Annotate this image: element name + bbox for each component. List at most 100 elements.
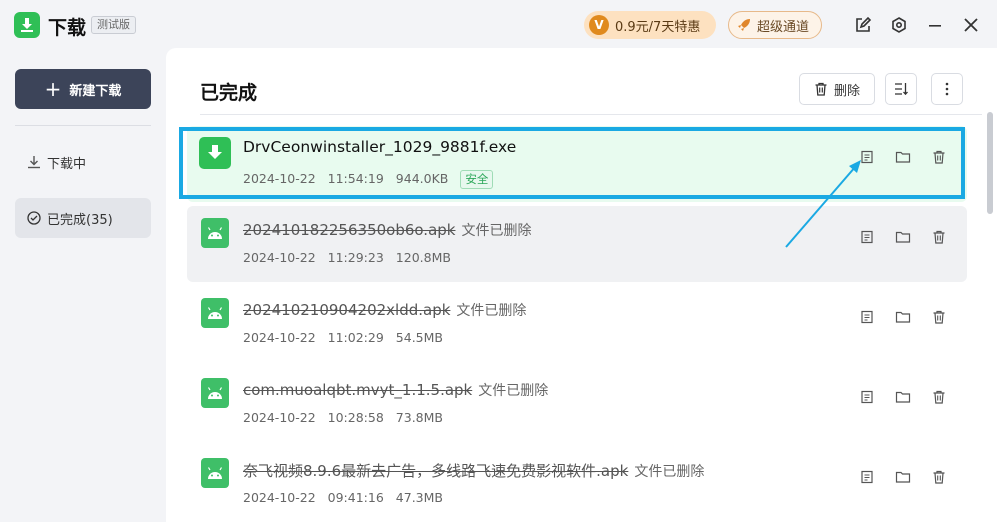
edit-box-icon — [856, 16, 872, 32]
trash-icon — [815, 82, 827, 96]
file-date: 2024-10-22 — [243, 250, 316, 265]
delete-all-button[interactable]: 删除 — [799, 73, 875, 105]
file-name-row: 202410210904202xldd.apk 文件已删除 — [243, 300, 526, 320]
document-icon — [861, 230, 873, 244]
sort-icon — [895, 83, 908, 96]
file-size: 47.3MB — [395, 490, 443, 505]
file-size: 73.8MB — [395, 410, 443, 425]
folder-icon — [895, 311, 911, 323]
highlight-box — [179, 127, 965, 199]
trash-icon — [933, 230, 945, 244]
header-divider — [200, 114, 982, 115]
minimize-button[interactable] — [924, 14, 946, 36]
file-status: 文件已删除 — [478, 383, 549, 399]
new-download-button[interactable]: + 新建下载 — [15, 69, 151, 109]
file-status: 文件已删除 — [634, 464, 705, 480]
sidebar-item-downloading[interactable]: 下载中 — [15, 142, 151, 182]
file-name-row: 奈飞视频8.9.6最新去广告，多线路飞速免费影视软件.apk 文件已删除 — [243, 460, 704, 481]
check-circle-icon — [27, 211, 41, 225]
new-download-label: 新建下载 — [69, 83, 122, 99]
sidebar: + 新建下载 下载中 已完成(35) — [0, 50, 166, 522]
file-size: 54.5MB — [395, 330, 443, 345]
android-apk-icon — [201, 378, 229, 408]
vip-coin-icon: V — [589, 15, 609, 35]
file-name[interactable]: com.muoalqbt.mvyt_1.1.5.apk — [243, 381, 472, 399]
app-logo-icon — [14, 12, 40, 38]
download-arrow-icon — [28, 156, 40, 169]
file-time: 09:41:16 — [327, 490, 384, 505]
rocket-icon — [737, 18, 751, 32]
file-date: 2024-10-22 — [243, 330, 316, 345]
close-button[interactable] — [960, 14, 982, 36]
trash-icon — [933, 470, 945, 484]
file-name-row: 202410182256350ob6o.apk 文件已删除 — [243, 220, 531, 240]
main-panel: 已完成 删除 DrvCeonwinstaller_1029_9881f.exe … — [166, 48, 997, 522]
vip-offer-label: 0.9元/7天特惠 — [615, 19, 701, 35]
document-icon — [861, 390, 873, 404]
android-apk-icon — [201, 458, 229, 488]
minimize-icon — [929, 25, 941, 27]
file-meta: 2024-10-22 11:02:29 54.5MB — [243, 330, 455, 345]
file-name-row: com.muoalqbt.mvyt_1.1.5.apk 文件已删除 — [243, 380, 548, 400]
sidebar-item-label: 已完成(35) — [47, 212, 113, 228]
details-button[interactable] — [856, 386, 878, 408]
file-name[interactable]: 202410210904202xldd.apk — [243, 301, 450, 319]
trash-icon — [933, 390, 945, 404]
open-folder-button[interactable] — [892, 466, 914, 488]
file-time: 11:02:29 — [327, 330, 384, 345]
open-folder-button[interactable] — [892, 306, 914, 328]
file-name[interactable]: 202410182256350ob6o.apk — [243, 221, 455, 239]
delete-row-button[interactable] — [928, 386, 950, 408]
beta-badge: 测试版 — [91, 16, 136, 34]
table-row[interactable]: 202410210904202xldd.apk 文件已删除 2024-10-22 1… — [187, 286, 967, 362]
vip-offer-button[interactable]: V 0.9元/7天特惠 — [584, 11, 716, 39]
android-apk-icon — [201, 298, 229, 328]
file-meta: 2024-10-22 09:41:16 47.3MB — [243, 490, 455, 505]
file-date: 2024-10-22 — [243, 410, 316, 425]
sidebar-divider — [15, 125, 151, 126]
file-size: 120.8MB — [395, 250, 451, 265]
delete-label: 删除 — [833, 83, 860, 99]
title-bar: 下载 测试版 V 0.9元/7天特惠 超级通道 — [0, 0, 997, 50]
details-button[interactable] — [856, 306, 878, 328]
trash-icon — [933, 310, 945, 324]
app-title: 下载 — [48, 17, 87, 39]
folder-icon — [895, 471, 911, 483]
android-apk-icon — [201, 218, 229, 248]
more-vertical-icon — [945, 82, 949, 96]
delete-row-button[interactable] — [928, 466, 950, 488]
table-row[interactable]: com.muoalqbt.mvyt_1.1.5.apk 文件已删除 2024-10… — [187, 366, 967, 442]
sidebar-item-completed[interactable]: 已完成(35) — [15, 198, 151, 238]
document-icon — [861, 470, 873, 484]
file-name[interactable]: 奈飞视频8.9.6最新去广告，多线路飞速免费影视软件.apk — [243, 462, 628, 480]
folder-icon — [895, 391, 911, 403]
sort-button[interactable] — [885, 73, 917, 105]
file-time: 11:29:23 — [327, 250, 384, 265]
sidebar-item-label: 下载中 — [47, 156, 87, 172]
plus-icon: + — [44, 77, 62, 101]
open-folder-button[interactable] — [892, 386, 914, 408]
file-status: 文件已删除 — [456, 303, 527, 319]
file-status: 文件已删除 — [461, 223, 532, 239]
delete-row-button[interactable] — [928, 226, 950, 248]
settings-button[interactable] — [888, 14, 910, 36]
super-channel-button[interactable]: 超级通道 — [728, 11, 822, 39]
folder-icon — [895, 231, 911, 243]
feedback-button[interactable] — [852, 14, 874, 36]
scrollbar-thumb[interactable] — [987, 112, 993, 214]
details-button[interactable] — [856, 226, 878, 248]
details-button[interactable] — [856, 466, 878, 488]
file-time: 10:28:58 — [327, 410, 384, 425]
delete-row-button[interactable] — [928, 306, 950, 328]
super-channel-label: 超级通道 — [757, 19, 810, 35]
gear-icon — [892, 17, 906, 33]
table-row[interactable]: 202410182256350ob6o.apk 文件已删除 2024-10-22 1… — [187, 206, 967, 282]
file-meta: 2024-10-22 11:29:23 120.8MB — [243, 250, 463, 265]
document-icon — [861, 310, 873, 324]
file-meta: 2024-10-22 10:28:58 73.8MB — [243, 410, 455, 425]
page-title: 已完成 — [200, 82, 258, 104]
open-folder-button[interactable] — [892, 226, 914, 248]
file-date: 2024-10-22 — [243, 490, 316, 505]
more-options-button[interactable] — [931, 73, 963, 105]
table-row[interactable]: 奈飞视频8.9.6最新去广告，多线路飞速免费影视软件.apk 文件已删除 2024… — [187, 446, 967, 522]
